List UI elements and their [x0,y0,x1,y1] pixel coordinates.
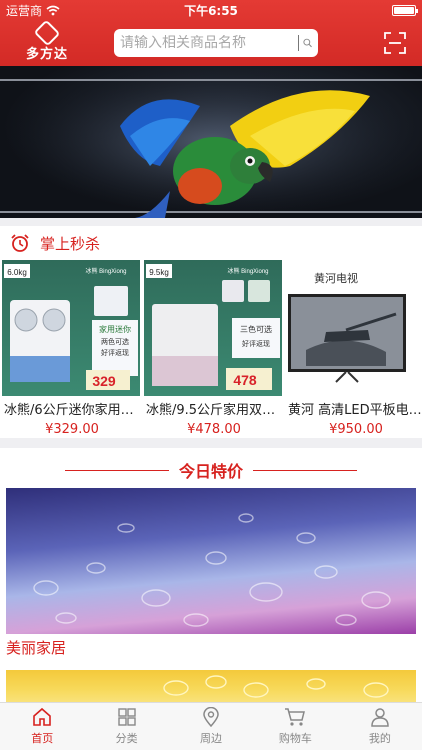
flash-sale-title: 掌上秒杀 [40,234,101,253]
tab-label: 分类 [115,732,138,745]
svg-text:6.0kg: 6.0kg [7,268,27,277]
tab-label: 购物车 [278,732,312,745]
svg-text:478: 478 [233,372,257,388]
grid-icon [117,708,136,726]
svg-text:329: 329 [92,373,116,389]
special-offer-header: 今日特价 [0,456,422,484]
product-price: ¥478.00 [187,422,241,437]
flash-sale-header: 掌上秒杀 [0,226,422,260]
promo-banner[interactable] [0,66,422,218]
svg-text:三色可选: 三色可选 [240,324,272,334]
svg-text:家用迷你: 家用迷你 [99,324,131,334]
home-icon [33,707,52,726]
battery-icon [392,4,418,16]
tab-home[interactable]: 首页 [0,703,84,750]
tab-category[interactable]: 分类 [84,703,168,750]
status-time: 下午6:55 [184,3,238,18]
app-logo[interactable]: 多方达 [8,19,86,63]
status-bar: 运营商 下午6:55 [0,0,422,20]
flash-sale-list: 6.0kg 冰熊 BingXiong 家用迷你 两色可选 好评返现 329 冰熊… [0,260,422,437]
carrier-label: 运营商 [6,3,43,18]
product-name[interactable]: 冰熊/9.5公斤家用双缸半... [144,396,284,418]
special-item-caption[interactable]: 美丽家居 [6,637,66,658]
special-item-image[interactable] [6,670,416,702]
svg-text:黄河电视: 黄河电视 [314,271,358,285]
scan-icon[interactable] [384,32,406,54]
search-input[interactable] [120,35,294,51]
search-divider [298,35,299,51]
product-image: 6.0kg 冰熊 BingXiong 家用迷你 两色可选 好评返现 329 [2,260,140,396]
svg-text:好评返现: 好评返现 [242,339,270,348]
header-line [253,469,357,471]
section-divider [0,438,422,448]
tab-label: 我的 [368,732,391,745]
product-price: ¥329.00 [45,422,99,437]
app-header: 运营商 下午6:55 多方达 [0,0,422,66]
product-name[interactable]: 黄河 高清LED平板电视... [286,396,422,418]
special-offer-title: 今日特价 [178,462,243,481]
search-icon[interactable] [303,35,312,51]
svg-text:冰熊 BingXiong: 冰熊 BingXiong [227,267,268,275]
product-card[interactable]: 6.0kg 冰熊 BingXiong 家用迷你 两色可选 好评返现 329 冰熊… [2,260,142,437]
tab-label: 周边 [200,732,223,745]
product-price: ¥950.00 [329,422,383,437]
product-image: 9.5kg 冰熊 BingXiong 三色可选 好评返现 478 [144,260,282,396]
product-image: 黄河电视 [286,260,422,396]
product-card[interactable]: 9.5kg 冰熊 BingXiong 三色可选 好评返现 478 冰熊/9.5公… [144,260,284,437]
header-line [64,469,169,471]
tab-nearby[interactable]: 周边 [169,703,253,750]
svg-text:9.5kg: 9.5kg [149,268,169,277]
bottom-tab-bar: 首页 分类 周边 购物车 我的 [0,702,422,750]
cart-icon [285,708,306,726]
tab-label: 首页 [31,732,54,745]
section-divider [0,218,422,226]
wifi-icon [46,5,60,15]
parrot-banner-image [0,66,422,218]
user-icon [371,708,389,727]
tab-cart[interactable]: 购物车 [253,703,337,750]
alarm-clock-icon [11,234,29,252]
svg-text:两色可选: 两色可选 [101,337,129,346]
logo-text: 多方达 [25,47,68,62]
product-card[interactable]: 黄河电视 黄河 高清LED平板电视... ¥950.00 [286,260,422,437]
svg-text:好评返现: 好评返现 [101,348,129,357]
special-item-image[interactable] [6,488,416,634]
svg-text:冰熊 BingXiong: 冰熊 BingXiong [85,267,126,275]
product-name[interactable]: 冰熊/6公斤迷你家用双缸... [2,396,142,418]
search-bar[interactable] [114,29,318,57]
location-icon [203,707,219,727]
tab-profile[interactable]: 我的 [338,703,422,750]
